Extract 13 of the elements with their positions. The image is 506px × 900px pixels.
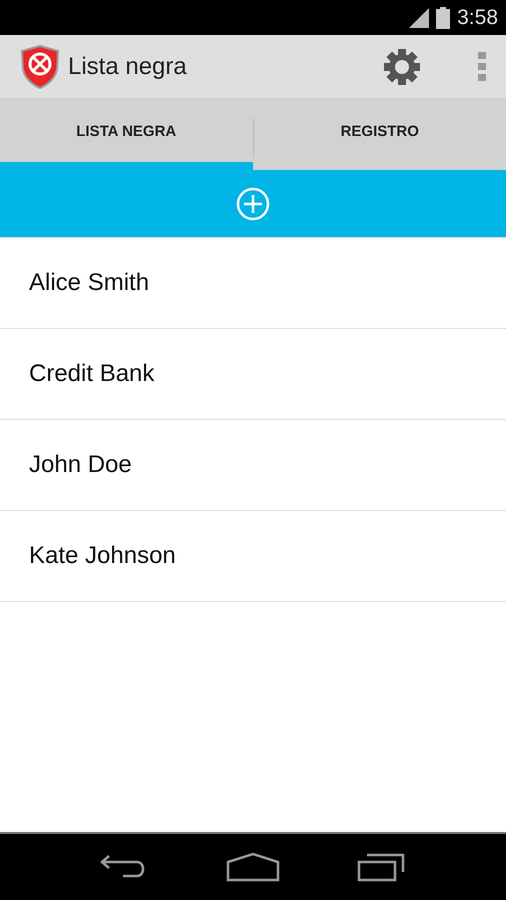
recent-apps-button[interactable]	[357, 852, 408, 882]
settings-icon[interactable]	[384, 48, 420, 84]
signal-icon	[409, 8, 430, 28]
clock-time: 3:58	[457, 6, 498, 30]
contact-name[interactable]: Kate Johnson	[29, 542, 176, 570]
battery-icon	[435, 6, 452, 28]
home-button[interactable]	[226, 852, 280, 882]
shield-icon	[20, 44, 60, 88]
contact-name[interactable]: Alice Smith	[29, 269, 150, 297]
contact-name[interactable]: John Doe	[29, 451, 132, 479]
contact-name[interactable]: Credit Bank	[29, 360, 154, 388]
app-title: Lista negra	[68, 52, 188, 80]
tab[interactable]: REGISTRO	[254, 100, 506, 170]
